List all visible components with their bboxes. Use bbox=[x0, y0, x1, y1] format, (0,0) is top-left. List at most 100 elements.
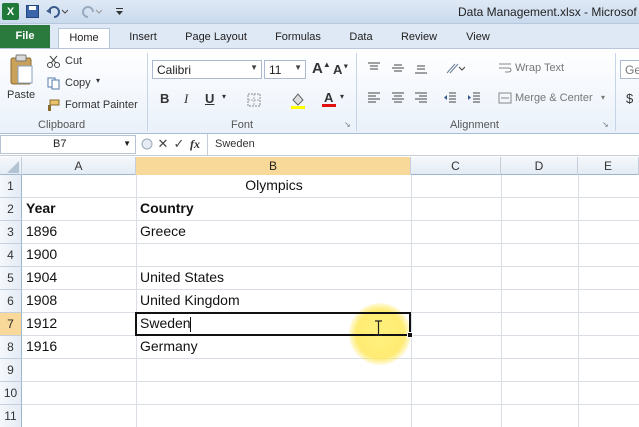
name-box-dropdown-icon[interactable]: ▼ bbox=[123, 139, 131, 148]
column-header-b[interactable]: B bbox=[136, 157, 411, 175]
currency-button[interactable]: $ bbox=[626, 91, 633, 106]
font-dialog-launcher-icon[interactable]: ↘ bbox=[344, 120, 351, 129]
sheet-title-cell[interactable]: Olympics bbox=[137, 174, 411, 197]
font-name-box[interactable]: Calibri ▼ bbox=[152, 60, 262, 79]
underline-dropdown-icon[interactable]: ▾ bbox=[222, 92, 226, 101]
merge-center-icon[interactable] bbox=[497, 91, 513, 105]
tab-review[interactable]: Review bbox=[392, 28, 446, 48]
enter-check-icon[interactable]: ✓ bbox=[172, 136, 186, 151]
font-color-icon[interactable]: A bbox=[320, 90, 338, 108]
copy-icon[interactable] bbox=[46, 76, 60, 90]
column-header-a[interactable]: A bbox=[22, 157, 136, 175]
wrap-text-icon[interactable] bbox=[497, 61, 513, 75]
column-header-e[interactable]: E bbox=[578, 157, 639, 175]
row-header-9[interactable]: 9 bbox=[0, 359, 22, 382]
country-cell[interactable] bbox=[136, 243, 140, 266]
formula-input[interactable]: Sweden bbox=[215, 138, 255, 150]
insert-function-button[interactable]: fx bbox=[190, 137, 200, 152]
format-painter-button[interactable]: Format Painter bbox=[65, 99, 138, 111]
year-cell[interactable]: 1904 bbox=[22, 266, 57, 289]
cut-button[interactable]: Cut bbox=[65, 55, 82, 67]
italic-button[interactable]: I bbox=[184, 91, 188, 107]
tab-formulas[interactable]: Formulas bbox=[266, 28, 330, 48]
undo-icon[interactable] bbox=[44, 3, 70, 20]
row-header-11[interactable]: 11 bbox=[0, 405, 22, 427]
orientation-icon[interactable] bbox=[444, 60, 466, 76]
year-cell[interactable]: 1912 bbox=[22, 312, 57, 335]
align-right-icon[interactable] bbox=[413, 91, 429, 105]
active-cell-border bbox=[135, 312, 411, 336]
grow-font-icon[interactable]: A▲ bbox=[312, 60, 331, 77]
column-header-c[interactable]: C bbox=[411, 157, 501, 175]
select-all-corner[interactable] bbox=[0, 157, 22, 175]
excel-logo-icon: X bbox=[2, 3, 19, 20]
row-header-1[interactable]: 1 bbox=[0, 175, 22, 198]
cancel-icon[interactable]: ✕ bbox=[156, 136, 170, 151]
column-header-d[interactable]: D bbox=[501, 157, 578, 175]
fill-handle[interactable] bbox=[407, 332, 413, 338]
row-header-7[interactable]: 7 bbox=[0, 313, 22, 336]
gridline bbox=[22, 404, 639, 405]
copy-dropdown-icon[interactable]: ▾ bbox=[96, 76, 100, 85]
font-size-dropdown-icon[interactable]: ▼ bbox=[294, 63, 302, 72]
worksheet-grid[interactable]: A B C D E 1 2 3 4 5 6 7 8 9 10 11 Olympi… bbox=[0, 157, 639, 427]
font-size-box[interactable]: 11 ▼ bbox=[264, 60, 306, 79]
customize-quick-access-icon[interactable] bbox=[112, 3, 126, 20]
row-header-4[interactable]: 4 bbox=[0, 244, 22, 267]
align-center-icon[interactable] bbox=[390, 91, 406, 105]
bold-button[interactable]: B bbox=[160, 91, 169, 106]
title-bar: X Data Management.xlsx - Microsof bbox=[0, 0, 639, 24]
country-cell[interactable]: United Kingdom bbox=[136, 289, 240, 312]
borders-icon[interactable] bbox=[246, 92, 262, 108]
align-left-icon[interactable] bbox=[366, 91, 382, 105]
row-header-5[interactable]: 5 bbox=[0, 267, 22, 290]
copy-button[interactable]: Copy bbox=[65, 77, 91, 89]
format-painter-icon[interactable] bbox=[46, 98, 60, 112]
country-header-cell[interactable]: Country bbox=[136, 197, 194, 220]
save-icon[interactable] bbox=[24, 3, 40, 20]
tab-insert[interactable]: Insert bbox=[120, 28, 166, 48]
country-cell[interactable]: Germany bbox=[136, 335, 198, 358]
year-cell[interactable]: 1916 bbox=[22, 335, 57, 358]
country-cell[interactable]: Greece bbox=[136, 220, 186, 243]
year-header-cell[interactable]: Year bbox=[22, 197, 56, 220]
formula-bar-expand-icon[interactable] bbox=[140, 137, 154, 151]
tab-page-layout[interactable]: Page Layout bbox=[178, 28, 254, 48]
font-name-dropdown-icon[interactable]: ▼ bbox=[250, 63, 258, 72]
gridline bbox=[22, 266, 639, 267]
bottom-align-icon[interactable] bbox=[413, 61, 429, 75]
wrap-text-button[interactable]: Wrap Text bbox=[515, 62, 564, 74]
number-format-box[interactable]: Ger bbox=[620, 60, 639, 79]
year-cell[interactable]: 1900 bbox=[22, 243, 57, 266]
scissors-icon[interactable] bbox=[46, 54, 60, 68]
tab-data[interactable]: Data bbox=[340, 28, 382, 48]
middle-align-icon[interactable] bbox=[390, 61, 406, 75]
name-box[interactable]: B7 ▼ bbox=[0, 135, 136, 154]
gridline bbox=[22, 381, 639, 382]
top-align-icon[interactable] bbox=[366, 61, 382, 75]
paste-button[interactable]: Paste bbox=[7, 89, 35, 101]
row-header-8[interactable]: 8 bbox=[0, 336, 22, 359]
alignment-dialog-launcher-icon[interactable]: ↘ bbox=[602, 120, 609, 129]
font-color-dropdown-icon[interactable]: ▾ bbox=[340, 92, 344, 101]
decrease-indent-icon[interactable] bbox=[442, 91, 458, 105]
tab-view[interactable]: View bbox=[456, 28, 500, 48]
redo-icon[interactable] bbox=[78, 3, 104, 20]
row-header-6[interactable]: 6 bbox=[0, 290, 22, 313]
paste-icon[interactable] bbox=[6, 53, 36, 87]
shrink-font-icon[interactable]: A▼ bbox=[333, 62, 349, 77]
merge-center-button[interactable]: Merge & Center bbox=[515, 92, 593, 104]
row-header-10[interactable]: 10 bbox=[0, 382, 22, 405]
gridline bbox=[22, 243, 639, 244]
row-header-3[interactable]: 3 bbox=[0, 221, 22, 244]
year-cell[interactable]: 1896 bbox=[22, 220, 57, 243]
tab-file[interactable]: File bbox=[0, 25, 50, 48]
tab-home[interactable]: Home bbox=[58, 28, 110, 48]
row-header-2[interactable]: 2 bbox=[0, 198, 22, 221]
increase-indent-icon[interactable] bbox=[466, 91, 482, 105]
underline-button[interactable]: U bbox=[205, 91, 214, 106]
country-cell[interactable]: United States bbox=[136, 266, 224, 289]
fill-color-icon[interactable] bbox=[289, 91, 307, 109]
merge-dropdown-icon[interactable]: ▾ bbox=[601, 93, 605, 102]
year-cell[interactable]: 1908 bbox=[22, 289, 57, 312]
